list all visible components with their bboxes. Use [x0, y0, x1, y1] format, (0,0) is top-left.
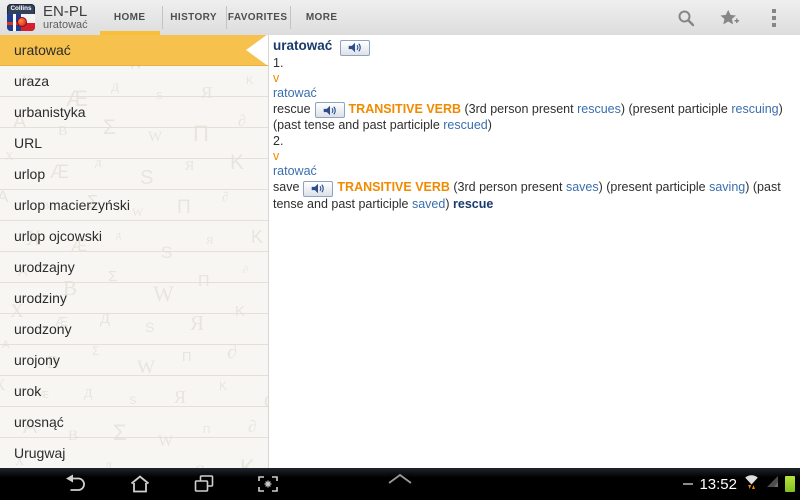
sidebar-item[interactable]: uratować	[0, 35, 268, 66]
tab-bar: HOME HISTORY FAVORITES MORE	[98, 0, 354, 35]
headword-line: uratować	[273, 38, 794, 56]
grammar-label: TRANSITIVE VERB	[348, 101, 462, 116]
sidebar-item-label: Urugwaj	[14, 445, 66, 461]
sense-number: 2.	[273, 134, 284, 148]
definition-line: rescue TRANSITIVE VERB (3rd person prese…	[273, 101, 783, 133]
sidebar-item[interactable]: urodzajny	[0, 252, 268, 283]
word-form-link[interactable]: rescuing	[731, 102, 778, 116]
search-icon[interactable]	[676, 8, 696, 28]
add-favorite-star-icon[interactable]	[720, 8, 740, 28]
chevron-up-icon[interactable]	[386, 472, 414, 486]
sidebar-item-label: urlop	[14, 166, 46, 182]
tab-history[interactable]: HISTORY	[161, 0, 226, 35]
word-form-link[interactable]: rescued	[443, 118, 487, 132]
sidebar-item[interactable]: urojony	[0, 345, 268, 376]
battery-icon	[785, 476, 795, 492]
title-block: EN-PL uratować	[43, 4, 88, 31]
action-bar-buttons	[676, 8, 800, 28]
collins-app-logo: Collins	[7, 4, 35, 31]
source-word-link[interactable]: ratować	[273, 86, 317, 100]
word-form-link[interactable]: saves	[566, 180, 599, 194]
recent-apps-icon[interactable]	[190, 472, 218, 496]
action-bar: Collins EN-PL uratować HOME HISTORY FAVO…	[0, 0, 800, 36]
wifi-icon	[743, 473, 760, 495]
sidebar-item[interactable]: urlop ojcowski	[0, 221, 268, 252]
sidebar-item[interactable]: urodziny	[0, 283, 268, 314]
sidebar-item[interactable]: URL	[0, 128, 268, 159]
senses: 1. v ratować rescue TRANSITIVE VERB (3rd pe…	[273, 56, 794, 212]
back-icon[interactable]	[62, 472, 90, 496]
sidebar-item-label: urosnąć	[14, 414, 64, 430]
sidebar-item-label: URL	[14, 135, 43, 151]
sense-number: 1.	[273, 55, 284, 70]
word-list-panel: ABΣWΠ∂ΩXÆдSЯKGABΣWΠ∂ΩXÆдSЯKGABΣWΠ∂ΩXÆдSЯ…	[0, 35, 268, 468]
selected-item-arrow-notch	[246, 35, 268, 65]
word-form-link[interactable]: saving	[709, 180, 745, 194]
overflow-menu-icon[interactable]	[764, 8, 784, 28]
sidebar-item-label: urodzony	[14, 321, 72, 337]
grammar-label: TRANSITIVE VERB	[337, 180, 450, 194]
dictionary-direction-title: EN-PL	[43, 2, 88, 20]
nav-buttons	[62, 468, 282, 500]
current-word-subtitle: uratować	[43, 18, 88, 31]
screenshot-icon[interactable]	[254, 472, 282, 496]
sidebar-item-label: uratować	[14, 42, 71, 58]
word-form-link[interactable]: rescues	[577, 102, 621, 116]
cross-reference-link[interactable]: rescue	[453, 197, 493, 211]
notification-dash-icon	[683, 483, 694, 485]
part-of-speech: v	[273, 70, 280, 85]
tab-home[interactable]: HOME	[98, 0, 162, 35]
part-of-speech: v	[273, 149, 280, 163]
sidebar-item[interactable]: urok	[0, 376, 268, 407]
status-cluster[interactable]: 13:52	[683, 468, 795, 500]
sidebar-item-label: urojony	[14, 352, 60, 368]
sidebar-item-label: uraza	[14, 73, 50, 89]
sidebar-item[interactable]: urodzony	[0, 314, 268, 345]
sidebar-item-label: urbanistyka	[14, 104, 86, 120]
clock: 13:52	[699, 475, 737, 493]
pronounce-button[interactable]	[339, 39, 370, 56]
sidebar-item-label: urodzajny	[14, 259, 75, 275]
sidebar-item-label: urlop macierzyński	[14, 197, 130, 213]
headword: uratować	[273, 38, 333, 53]
sidebar-item-label: urlop ojcowski	[14, 228, 102, 244]
sidebar-item[interactable]: urlop	[0, 159, 268, 190]
word-form-link[interactable]: saved	[412, 197, 445, 211]
sidebar-item[interactable]: urlop macierzyński	[0, 190, 268, 221]
pronounce-translation-button[interactable]	[314, 102, 345, 118]
home-icon[interactable]	[126, 472, 154, 496]
sidebar-item-label: urodziny	[14, 290, 67, 306]
pronounce-translation-button[interactable]	[303, 180, 334, 197]
system-navigation-bar: 13:52	[0, 468, 800, 500]
definition-line: save TRANSITIVE VERB (3rd person present…	[273, 180, 781, 211]
source-word-link[interactable]: ratować	[273, 164, 317, 178]
sidebar-item[interactable]: urosnąć	[0, 407, 268, 438]
entry-pane: uratować 1. v ratować rescue TRANSITIVE VER…	[268, 35, 800, 468]
logo-dot-icon	[17, 17, 27, 27]
sidebar-item[interactable]: uraza	[0, 66, 268, 97]
tab-more[interactable]: MORE	[289, 0, 354, 35]
sidebar-item-label: urok	[14, 383, 42, 399]
signal-icon	[766, 475, 779, 493]
word-list: uratować uraza urbanistyka URL urlop urlop ma…	[0, 35, 268, 468]
tab-favorites[interactable]: FAVORITES	[225, 0, 290, 35]
sidebar-item[interactable]: urbanistyka	[0, 97, 268, 128]
sidebar-item[interactable]: Urugwaj	[0, 438, 268, 468]
logo-text: Collins	[10, 5, 32, 12]
app-window: Collins EN-PL uratować HOME HISTORY FAVO…	[0, 0, 800, 500]
